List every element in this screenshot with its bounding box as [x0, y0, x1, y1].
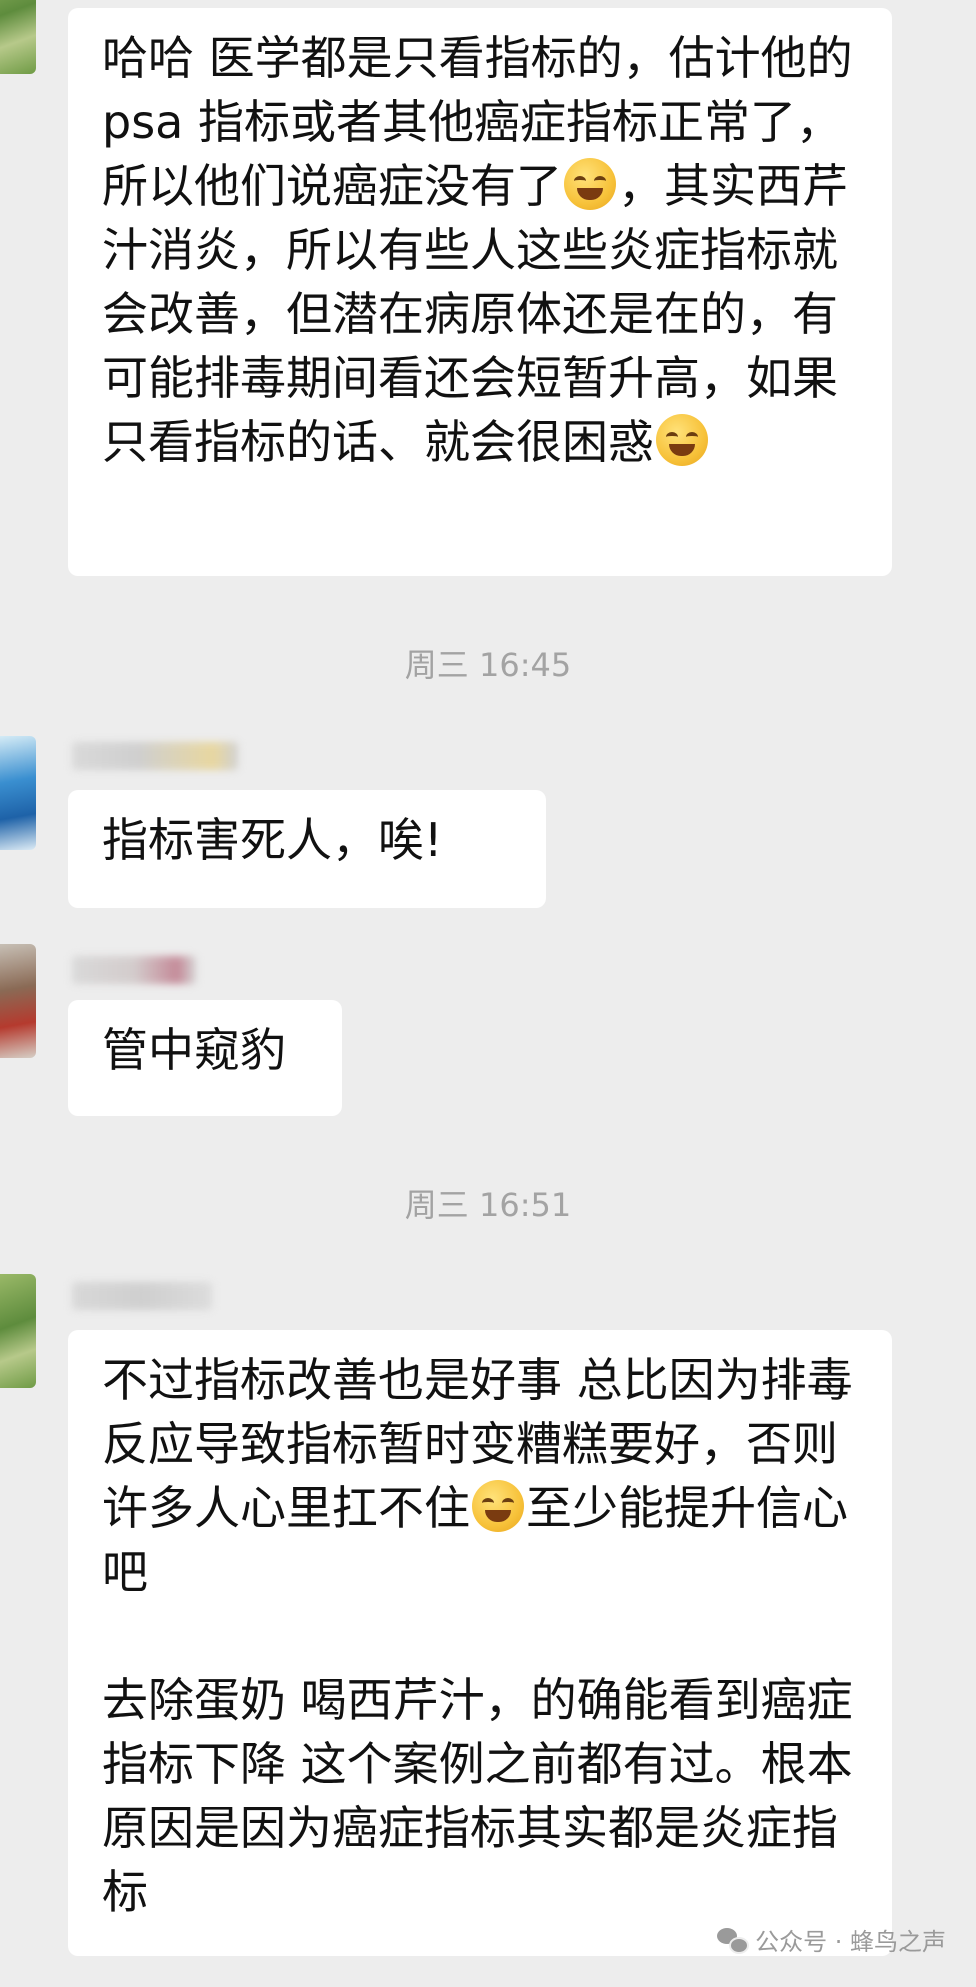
- facepalm-emoji: [564, 158, 616, 210]
- sender-name: [72, 956, 196, 984]
- avatar[interactable]: [0, 736, 36, 850]
- sender-name: [72, 1282, 212, 1310]
- message-text: 至少能提升信心吧 去除蛋奶 喝西芹汁，的确能看到癌症指标下降 这个案例之前都有过…: [102, 1481, 853, 1919]
- avatar[interactable]: [0, 0, 36, 74]
- avatar[interactable]: [0, 944, 36, 1058]
- timestamp: 周三 16:45: [404, 646, 572, 684]
- chat-window: 哈哈 医学都是只看指标的，估计他的psa 指标或者其他癌症指标正常了，所以他们说…: [0, 0, 976, 1987]
- avatar[interactable]: [0, 1274, 36, 1388]
- sender-name: [72, 742, 238, 770]
- message-bubble[interactable]: 哈哈 医学都是只看指标的，估计他的psa 指标或者其他癌症指标正常了，所以他们说…: [68, 8, 892, 576]
- message-text: 指标害死人，唉!: [102, 813, 443, 867]
- watermark-text: 公众号 · 蜂鸟之声: [755, 1928, 946, 1956]
- facepalm-emoji: [472, 1480, 524, 1532]
- message-bubble[interactable]: 不过指标改善也是好事 总比因为排毒反应导致指标暂时变糟糕要好，否则许多人心里扛不…: [68, 1330, 892, 1956]
- message-bubble[interactable]: 管中窥豹: [68, 1000, 342, 1116]
- message-bubble[interactable]: 指标害死人，唉!: [68, 790, 546, 908]
- timestamp: 周三 16:51: [404, 1186, 572, 1224]
- wechat-icon: [717, 1927, 750, 1954]
- laughing-tears-emoji: [656, 414, 708, 466]
- message-text: 管中窥豹: [102, 1023, 286, 1077]
- watermark: 公众号 · 蜂鸟之声: [717, 1922, 946, 1957]
